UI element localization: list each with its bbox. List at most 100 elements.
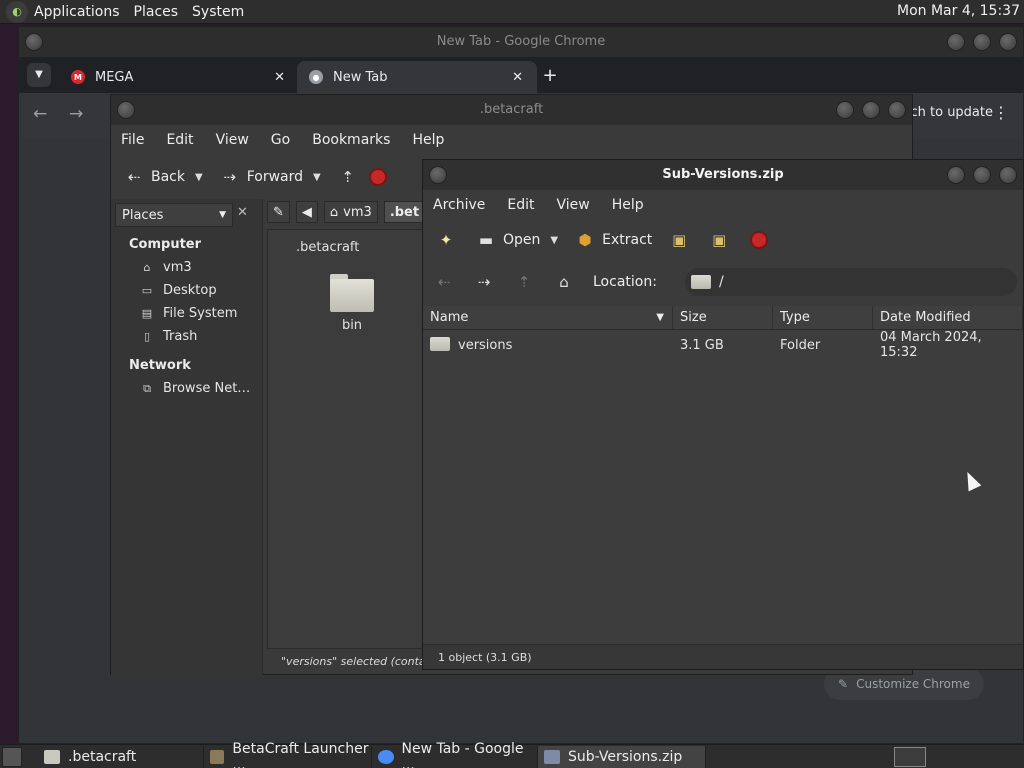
maximize-button[interactable] (973, 166, 991, 184)
trash-icon: ▯ (143, 329, 151, 343)
forward-history-chevron-down-icon[interactable]: ▼ (313, 172, 321, 183)
menu-bookmarks[interactable]: Bookmarks (312, 132, 390, 148)
menu-help[interactable]: Help (612, 197, 644, 213)
cell-name: versions (423, 337, 673, 353)
menu-help[interactable]: Help (412, 132, 444, 148)
menu-edit[interactable]: Edit (166, 132, 193, 148)
maximize-button[interactable] (973, 33, 991, 51)
sidebar-item-browse-network[interactable]: ⧉ Browse Net… (111, 377, 262, 400)
add-files-icon[interactable]: ▣ (668, 231, 690, 249)
tab-close-icon[interactable]: ✕ (274, 70, 285, 85)
taskbar-item-betacraft[interactable]: .betacraft (38, 745, 204, 768)
close-button[interactable] (888, 101, 906, 119)
archive-status: 1 object (3.1 GB) (423, 644, 1023, 669)
show-desktop-icon[interactable] (2, 746, 22, 767)
path-left-arrow-icon[interactable]: ◀ (295, 201, 318, 223)
archive-window-title: Sub-Versions.zip (662, 167, 784, 182)
menu-view[interactable]: View (557, 197, 590, 213)
places-menu[interactable]: Places (134, 4, 179, 20)
places-sidebar: Places ▼ ✕ Computer ⌂ vm3 ▭ Desktop ▤ Fi… (111, 199, 263, 675)
close-button[interactable] (999, 166, 1017, 184)
open-chevron-down-icon[interactable]: ▼ (550, 235, 558, 246)
back-arrow-icon[interactable]: ← (33, 104, 47, 124)
column-header-date-modified[interactable]: Date Modified (873, 306, 1023, 330)
mate-logo-icon[interactable]: ◐ (6, 0, 28, 23)
places-dropdown[interactable]: Places ▼ (115, 203, 233, 227)
window-menu-icon[interactable] (117, 101, 135, 119)
sidebar-item-desktop[interactable]: ▭ Desktop (111, 279, 262, 302)
path-segment-vm3[interactable]: ⌂ vm3 (323, 201, 378, 223)
window-menu-icon[interactable] (25, 33, 43, 51)
new-tab-plus-icon[interactable]: + (539, 65, 561, 86)
menu-edit[interactable]: Edit (507, 197, 534, 213)
folder-icon[interactable] (330, 274, 374, 312)
open-archive-icon[interactable]: ▬ (475, 231, 497, 249)
menu-view[interactable]: View (216, 132, 249, 148)
location-label: Location: (593, 274, 657, 290)
edit-location-pencil-icon[interactable]: ✎ (267, 201, 290, 223)
tab-close-icon[interactable]: ✕ (512, 70, 523, 85)
tab-new-tab[interactable]: ● New Tab ✕ (297, 61, 537, 93)
menu-file[interactable]: File (121, 132, 144, 148)
folder-label[interactable]: bin (328, 318, 376, 333)
sidebar-item-label: vm3 (163, 260, 192, 275)
taskbar-item-sub-versions-zip[interactable]: Sub-Versions.zip (538, 745, 706, 768)
file-manager-titlebar[interactable]: .betacraft (111, 95, 912, 125)
extract-button[interactable]: Extract (602, 232, 652, 248)
menu-go[interactable]: Go (271, 132, 290, 148)
up-arrow-icon[interactable]: ⇡ (337, 168, 359, 186)
back-arrow-icon[interactable]: ⇠ (123, 168, 145, 186)
home-icon[interactable]: ⌂ (553, 273, 575, 291)
stop-icon[interactable] (368, 168, 387, 186)
relaunch-to-update-button[interactable]: nch to update (902, 105, 993, 120)
extract-icon[interactable]: ⬢ (574, 231, 596, 249)
close-sidebar-icon[interactable]: ✕ (237, 205, 248, 220)
chrome-menu-kebab-icon[interactable]: ⋮ (993, 103, 1009, 122)
forward-button[interactable]: Forward (247, 169, 303, 185)
table-row[interactable]: versions 3.1 GB Folder 04 March 2024, 15… (423, 330, 1023, 360)
path-segment-betacraft[interactable]: .bet (383, 201, 426, 223)
taskbar-item-chrome[interactable]: New Tab - Google ... (372, 741, 538, 768)
stop-icon[interactable] (750, 231, 769, 249)
places-dropdown-label: Places (122, 207, 164, 223)
minimize-button[interactable] (836, 101, 854, 119)
folder-icon (430, 337, 450, 351)
window-menu-icon[interactable] (429, 166, 447, 184)
column-header-size[interactable]: Size (673, 306, 773, 330)
add-folder-icon[interactable]: ▣ (708, 231, 730, 249)
minimize-button[interactable] (947, 33, 965, 51)
system-menu[interactable]: System (192, 4, 244, 20)
forward-arrow-icon[interactable]: → (69, 104, 83, 124)
taskbar-item-betacraft-launcher[interactable]: BetaCraft Launcher ... (204, 741, 372, 768)
tab-mega[interactable]: M MEGA ✕ (59, 61, 299, 93)
sidebar-item-label: Trash (163, 329, 198, 344)
open-button[interactable]: Open (503, 232, 540, 248)
location-field[interactable]: / (685, 268, 1017, 296)
forward-arrow-icon[interactable]: ⇢ (219, 168, 241, 186)
sidebar-item-file-system[interactable]: ▤ File System (111, 302, 262, 325)
chrome-titlebar[interactable]: New Tab - Google Chrome (19, 27, 1023, 57)
forward-arrow-icon[interactable]: ⇢ (473, 273, 495, 291)
workspace-switcher[interactable] (894, 747, 926, 767)
column-header-type[interactable]: Type (773, 306, 873, 330)
archive-location-bar: ⇠ ⇢ ⇡ ⌂ Location: / (423, 260, 1023, 304)
sidebar-item-trash[interactable]: ▯ Trash (111, 325, 262, 348)
applications-menu[interactable]: Applications (34, 4, 120, 20)
up-arrow-icon[interactable]: ⇡ (513, 273, 535, 291)
folder-icon (691, 275, 711, 289)
back-arrow-icon[interactable]: ⇠ (433, 273, 455, 291)
minimize-button[interactable] (947, 166, 965, 184)
back-button[interactable]: Back (151, 169, 185, 185)
sidebar-item-label: File System (163, 306, 238, 321)
close-button[interactable] (999, 33, 1017, 51)
customize-chrome-label: Customize Chrome (856, 677, 970, 691)
back-history-chevron-down-icon[interactable]: ▼ (195, 172, 203, 183)
tab-search-chevron-down-icon[interactable]: ▼ (27, 63, 51, 87)
clock[interactable]: Mon Mar 4, 15:37 (897, 3, 1020, 19)
archive-titlebar[interactable]: Sub-Versions.zip (423, 160, 1023, 190)
maximize-button[interactable] (862, 101, 880, 119)
new-archive-icon[interactable]: ✦ (435, 231, 457, 249)
menu-archive[interactable]: Archive (433, 197, 485, 213)
column-header-name[interactable]: Name ▼ (423, 306, 673, 330)
sidebar-item-vm3[interactable]: ⌂ vm3 (111, 256, 262, 279)
